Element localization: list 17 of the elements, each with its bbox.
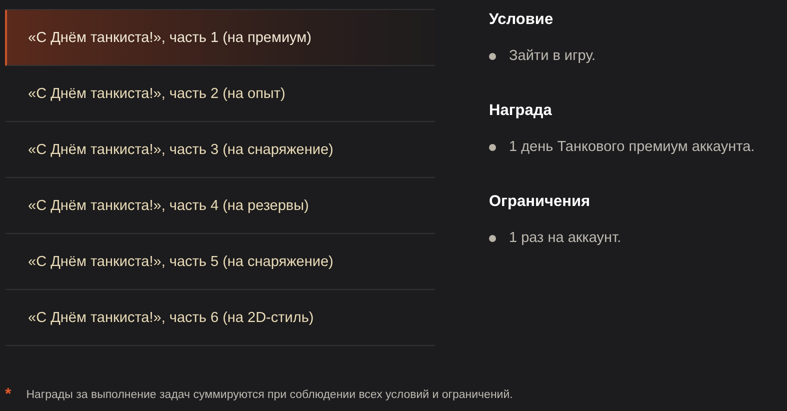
section-item: 1 раз на аккаунт. bbox=[509, 230, 622, 246]
footnote-mark: * bbox=[5, 386, 12, 404]
section-item: 1 день Танкового премиум аккаунта. bbox=[509, 139, 755, 155]
bullet-icon bbox=[489, 144, 496, 150]
section-heading: Условие bbox=[489, 11, 554, 29]
task-item[interactable]: «С Днём танкиста!», часть 5 (на снаряжение) bbox=[5, 234, 435, 290]
task-item[interactable]: «С Днём танкиста!», часть 3 (на снаряжение) bbox=[5, 122, 435, 178]
footnote-text: Награды за выполнение задач суммируются при соблюдении всех условий и ограничений. bbox=[26, 389, 513, 401]
task-item[interactable]: «С Днём танкиста!», часть 4 (на резервы) bbox=[5, 178, 435, 234]
section-item: Зайти в игру. bbox=[509, 48, 596, 64]
section-heading: Награда bbox=[489, 102, 553, 120]
task-item[interactable]: «С Днём танкиста!», часть 6 (на 2D-стиль) bbox=[5, 290, 435, 346]
section-heading: Ограничения bbox=[489, 193, 592, 211]
bullet-icon bbox=[489, 234, 496, 242]
task-item[interactable]: «С Днём танкиста!», часть 1 (на премиум) bbox=[5, 10, 435, 66]
task-item[interactable]: «С Днём танкиста!», часть 2 (на опыт) bbox=[5, 66, 435, 122]
bullet-icon bbox=[489, 52, 496, 60]
